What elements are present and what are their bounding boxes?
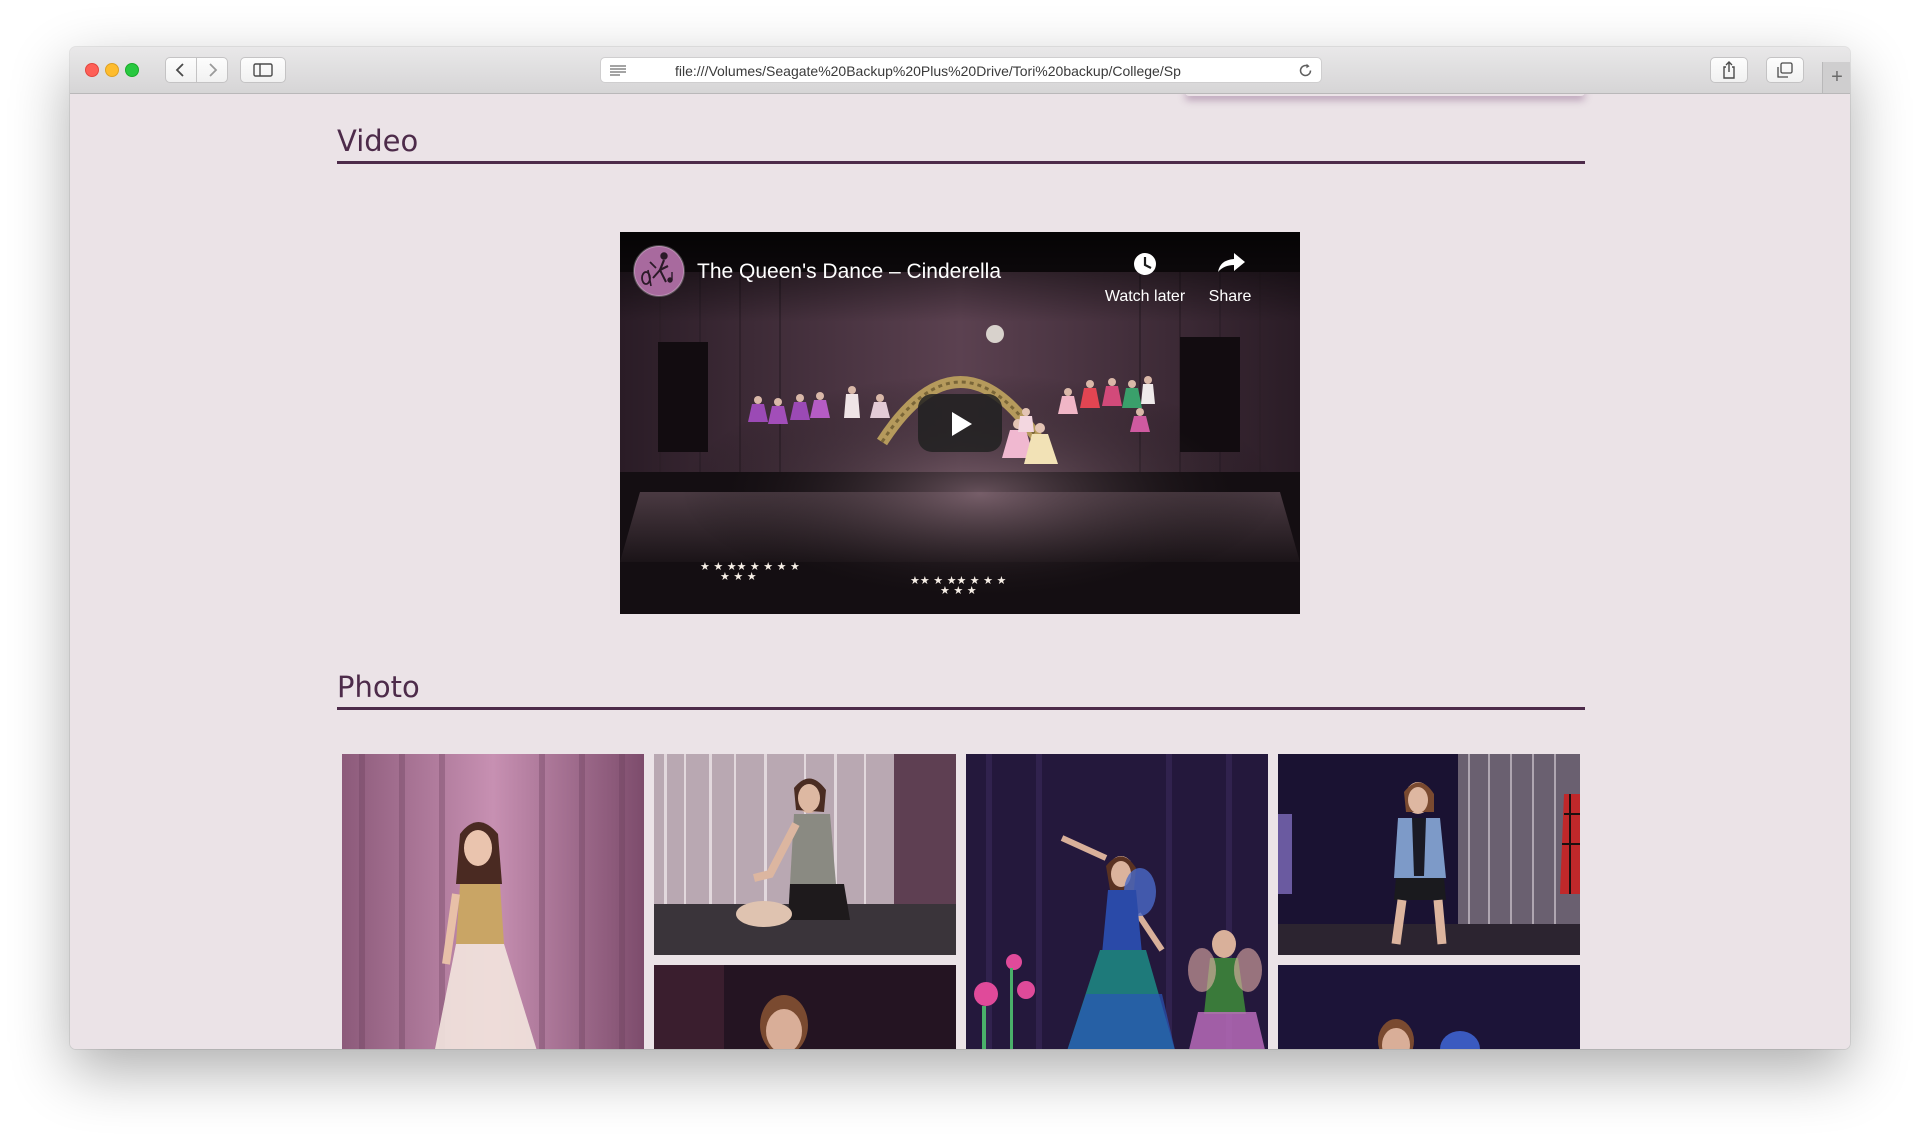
video-section-header: Video [337,123,1585,164]
chevron-left-icon [175,63,184,77]
photo-image [342,754,644,1049]
gallery-photo[interactable] [654,754,956,955]
gallery-photo[interactable] [1278,965,1580,1049]
photo-section-title: Photo [337,670,420,704]
video-title[interactable]: The Queen's Dance – Cinderella [697,260,1001,284]
video-section-title: Video [337,124,419,158]
clock-icon[interactable] [1134,253,1156,275]
sidebar-icon [253,63,273,77]
tabs-icon [1777,62,1793,78]
gallery-photo[interactable] [654,965,956,1049]
address-bar[interactable]: file:///Volumes/Seagate%20Backup%20Plus%… [600,57,1322,83]
video-player[interactable]: ★ ★ ★★ ★ ★ ★ ★ ★ ★ ★ ★★ ★ ★★ ★ ★ ★ ★ ★ ★ [620,232,1300,614]
video-thumbnail[interactable]: ★ ★ ★★ ★ ★ ★ ★ ★ ★ ★ ★★ ★ ★★ ★ ★ ★ ★ ★ ★ [620,232,1300,614]
forward-button[interactable] [196,57,228,83]
photo-image [966,754,1268,1049]
browser-toolbar: file:///Volumes/Seagate%20Backup%20Plus%… [70,47,1850,94]
sidebar-button[interactable] [240,57,286,83]
new-tab-button[interactable]: + [1822,62,1850,93]
plus-icon: + [1831,66,1843,88]
photo-image [1278,754,1580,955]
play-button[interactable] [918,394,1002,452]
svg-text:★ ★ ★: ★ ★ ★ [940,584,977,597]
zoom-window-button[interactable] [125,63,139,77]
reader-icon[interactable] [609,64,627,77]
chevron-right-icon [209,63,218,77]
close-window-button[interactable] [85,63,99,77]
svg-text:★ ★ ★: ★ ★ ★ [720,570,757,583]
minimize-window-button[interactable] [105,63,119,77]
watch-later-label[interactable]: Watch later [1100,288,1190,306]
channel-avatar[interactable] [633,245,685,297]
gallery-photo[interactable] [966,754,1268,1049]
share-button[interactable] [1710,57,1748,83]
gallery-photo[interactable] [342,754,644,1049]
photo-section-header: Photo [337,669,1585,710]
web-page: Video ★ ★ ★★ ★ ★ ★ ★ ★ ★ ★ ★★ ★ ★★ ★ ★ ★… [70,94,1850,1049]
share-icon [1723,61,1735,79]
gallery-photo[interactable] [1278,754,1580,955]
show-tabs-button[interactable] [1766,57,1804,83]
reload-icon[interactable] [1298,63,1313,78]
photo-image [654,965,956,1049]
browser-window: file:///Volumes/Seagate%20Backup%20Plus%… [70,47,1850,1049]
url-text[interactable]: file:///Volumes/Seagate%20Backup%20Plus%… [675,63,1245,79]
photo-image [654,754,956,955]
share-label[interactable]: Share [1200,288,1260,306]
photo-image [1278,965,1580,1049]
nav-dropdown-shadow [1185,94,1585,96]
back-button[interactable] [165,57,197,83]
